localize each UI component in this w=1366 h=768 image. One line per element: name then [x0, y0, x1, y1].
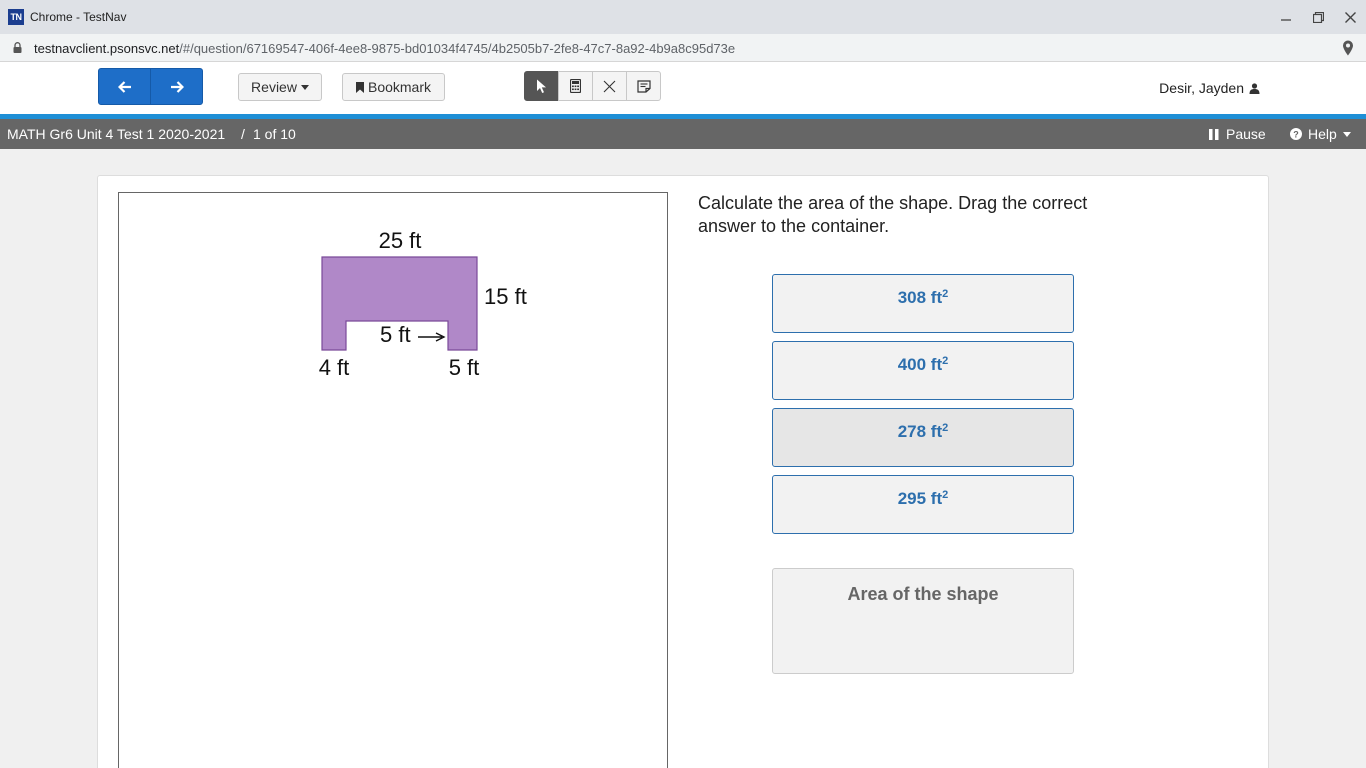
- bookmark-label: Bookmark: [367, 79, 432, 95]
- answer-exponent: 2: [942, 355, 949, 367]
- caret-down-icon: [300, 84, 309, 90]
- top-dimension-label: 25 ft: [379, 228, 422, 253]
- lock-icon: [13, 42, 22, 53]
- pause-icon: [1209, 128, 1219, 140]
- answer-value: 278 ft: [897, 422, 943, 441]
- progress-separator: /: [241, 126, 245, 142]
- answer-exponent: 2: [942, 288, 949, 300]
- tools-group: [524, 71, 661, 101]
- answer-exponent: 2: [942, 422, 949, 434]
- answer-exponent: 2: [942, 489, 949, 501]
- calculator-tool[interactable]: [558, 71, 593, 101]
- restore-icon[interactable]: [1308, 7, 1328, 27]
- arrow-right-icon: [170, 80, 184, 93]
- review-label: Review: [251, 79, 297, 95]
- user-name: Desir, Jayden: [1159, 80, 1244, 96]
- pause-button[interactable]: Pause: [1209, 126, 1266, 142]
- address-bar: testnavclient.psonsvc.net/#/question/671…: [0, 34, 1366, 62]
- close-icon[interactable]: [1340, 7, 1360, 27]
- eliminator-icon: [603, 80, 616, 92]
- right-dimension-label: 15 ft: [484, 284, 527, 309]
- help-icon: ?: [1290, 128, 1302, 140]
- svg-text:?: ?: [1293, 129, 1299, 139]
- calculator-icon: [570, 79, 581, 93]
- left-leg-dimension-label: 4 ft: [319, 355, 350, 380]
- answer-option-1[interactable]: 308 ft 2: [772, 274, 1074, 333]
- help-button[interactable]: ? Help: [1290, 126, 1351, 142]
- answer-option-4[interactable]: 295 ft 2: [772, 475, 1074, 534]
- answer-value: 308 ft: [897, 288, 943, 307]
- answer-value: 400 ft: [897, 355, 943, 374]
- user-info: Desir, Jayden: [1159, 80, 1260, 96]
- testnav-app-icon: TN: [8, 9, 24, 25]
- question-text: Calculate the area of the shape. Drag th…: [698, 193, 1088, 236]
- url-text[interactable]: testnavclient.psonsvc.net/#/question/671…: [34, 41, 735, 56]
- help-label: Help: [1308, 126, 1337, 142]
- location-pin-icon[interactable]: [1342, 40, 1354, 56]
- test-name: MATH Gr6 Unit 4 Test 1 2020-2021: [7, 126, 226, 142]
- answer-eliminator-tool[interactable]: [592, 71, 627, 101]
- drop-container-label: Area of the shape: [847, 584, 999, 604]
- caret-down-icon: [1342, 131, 1351, 137]
- answer-option-3[interactable]: 278 ft 2: [772, 408, 1074, 467]
- user-icon: [1249, 82, 1260, 94]
- arrow-left-icon: [117, 80, 131, 93]
- answer-drop-container[interactable]: Area of the shape: [772, 568, 1074, 674]
- bookmark-button[interactable]: Bookmark: [342, 73, 445, 101]
- answer-value: 295 ft: [897, 489, 943, 508]
- url-path: /#/question/67169547-406f-4ee8-9875-bd01…: [179, 41, 736, 56]
- bookmark-icon: [355, 81, 364, 93]
- notch-arrow: [418, 332, 446, 342]
- right-leg-dimension-label: 5 ft: [449, 355, 480, 380]
- previous-button[interactable]: [98, 68, 151, 105]
- answer-option-2[interactable]: 400 ft 2: [772, 341, 1074, 400]
- url-host: testnavclient.psonsvc.net: [34, 41, 180, 56]
- next-button[interactable]: [150, 68, 203, 105]
- minimize-icon[interactable]: [1276, 7, 1296, 27]
- pause-label: Pause: [1226, 126, 1266, 142]
- notch-dimension-label: 5 ft: [380, 322, 411, 347]
- notes-icon: [636, 79, 651, 93]
- window-titlebar: TN Chrome - TestNav: [0, 0, 1366, 34]
- shape-figure: 25 ft 15 ft 5 ft 4 ft 5 ft: [319, 228, 527, 380]
- question-progress: 1 of 10: [253, 126, 296, 142]
- notepad-tool[interactable]: [626, 71, 661, 101]
- test-toolbar: Review Bookmark Desir, Jayden: [0, 62, 1366, 114]
- pointer-tool[interactable]: [524, 71, 559, 101]
- test-info-bar: MATH Gr6 Unit 4 Test 1 2020-2021 / 1 of …: [0, 119, 1366, 149]
- review-button[interactable]: Review: [238, 73, 322, 101]
- pointer-icon: [537, 79, 546, 93]
- window-title: Chrome - TestNav: [30, 10, 127, 24]
